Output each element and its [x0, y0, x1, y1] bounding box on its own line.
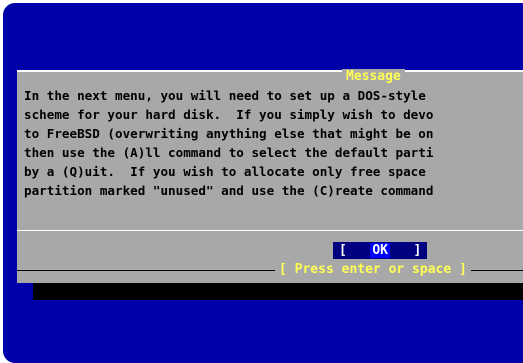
- ok-bracket-right: ]: [413, 243, 422, 258]
- message-line: to FreeBSD (overwriting anything else th…: [24, 126, 434, 141]
- message-line: by a (Q)uit. If you wish to allocate onl…: [24, 164, 426, 179]
- ok-bracket-left: [: [339, 243, 347, 258]
- message-line: then use the (A)ll command to select the…: [24, 145, 434, 160]
- message-line: scheme for your hard disk. If you simply…: [24, 107, 434, 122]
- dialog-shadow: [33, 283, 523, 300]
- ok-button[interactable]: [ OK ]: [333, 242, 428, 259]
- console-screen: Message In the next menu, you will need …: [3, 3, 523, 363]
- message-dialog: Message In the next menu, you will need …: [17, 69, 523, 283]
- ok-label: OK: [370, 243, 390, 258]
- message-line: In the next menu, you will need to set u…: [24, 88, 426, 103]
- dialog-separator: [17, 230, 523, 231]
- dialog-message: In the next menu, you will need to set u…: [24, 86, 523, 200]
- message-line: partition marked "unused" and use the (C…: [24, 183, 434, 198]
- press-enter-hint: [ Press enter or space ]: [275, 261, 471, 279]
- dialog-title: Message: [342, 69, 405, 85]
